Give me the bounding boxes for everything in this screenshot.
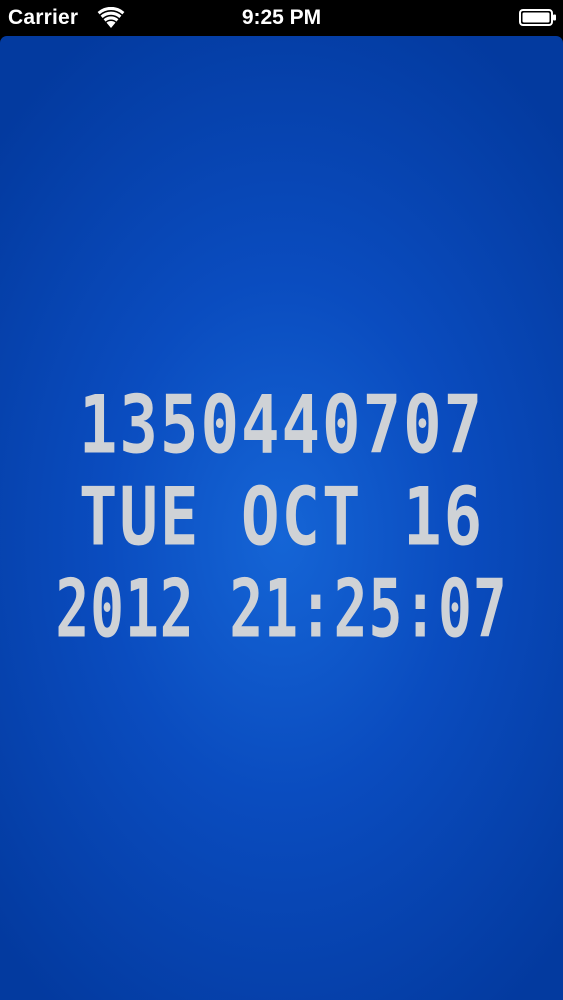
battery-icon — [519, 9, 556, 26]
clock-display: 1350440707 TUE OCT 16 2012 21:25:07 — [0, 380, 563, 657]
clock-view: 1350440707 TUE OCT 16 2012 21:25:07 — [0, 36, 563, 1000]
status-time: 9:25 PM — [241, 6, 322, 29]
year-time-label: 2012 21:25:07 — [55, 563, 508, 657]
status-bar: Carrier 9:25 PM — [0, 0, 563, 36]
screen: Carrier 9:25 PM 1350440707 TUE OCT 16 20… — [0, 0, 563, 1000]
